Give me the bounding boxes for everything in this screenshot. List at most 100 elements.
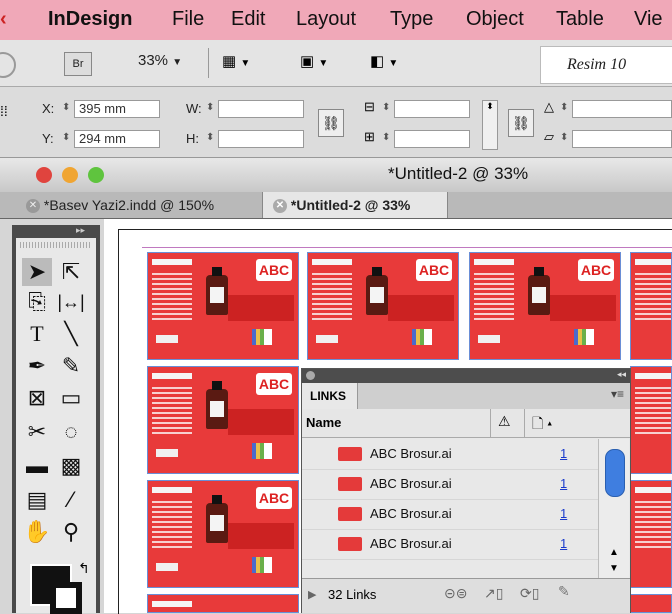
link-page[interactable]: 1 [560,476,567,491]
y-stepper-icon[interactable]: ⬍ [62,132,70,143]
scroll-down-icon[interactable]: ▼ [609,563,619,574]
h-stepper-icon[interactable]: ⬍ [206,132,214,143]
scroll-thumb[interactable] [605,449,625,497]
close-tab-icon[interactable]: ✕ [273,199,287,214]
close-panel-icon[interactable] [306,371,315,380]
shear-stepper-icon[interactable]: ⬍ [560,132,568,143]
w-field[interactable] [218,100,304,118]
zoom-window-button[interactable] [88,167,104,183]
direct-selection-tool-icon[interactable]: ⇱ [56,258,86,286]
page-thumbnail[interactable] [630,366,672,474]
go-to-link-icon[interactable]: ↗▯ [484,585,503,602]
close-tab-icon[interactable]: ✕ [26,199,40,214]
zoom-select[interactable]: 33% ▼ [138,52,182,69]
page-thumbnail[interactable]: ABC [147,480,299,588]
arrange-documents-button[interactable]: ◧ ▼ [370,52,398,70]
line-tool-icon[interactable]: ╲ [56,320,86,348]
link-name: ABC Brosur.ai [370,476,452,491]
view-options-button[interactable]: ▦ ▼ [222,52,250,70]
constrain-proportions-icon[interactable]: ⛓ [318,109,344,137]
scale-dropdown[interactable]: ⬍ [482,100,498,150]
minimize-window-button[interactable] [62,167,78,183]
gradient-feather-tool-icon[interactable]: ▩ [56,452,86,480]
scale-x-stepper-icon[interactable]: ⬍ [382,102,390,113]
page-thumbnail[interactable]: ABC [307,252,459,360]
name-column-header[interactable]: Name [306,415,341,430]
free-transform-tool-icon[interactable]: ◌ [56,418,86,446]
w-stepper-icon[interactable]: ⬍ [206,102,214,113]
close-window-button[interactable] [36,167,52,183]
list-item[interactable]: ABC Brosur.ai 1 [302,469,598,500]
page-thumbnail[interactable]: ABC [147,252,299,360]
disclosure-triangle-icon[interactable]: ▶ [308,588,316,601]
menu-table[interactable]: Table [556,8,604,31]
rotate-field[interactable] [572,100,672,118]
gap-tool-icon[interactable]: |↔| [56,288,86,316]
tab-untitled-2[interactable]: ✕ *Untitled-2 @ 33% [262,192,448,218]
link-name: ABC Brosur.ai [370,506,452,521]
gradient-swatch-tool-icon[interactable]: ▬ [22,452,52,480]
stroke-swatch[interactable] [50,582,82,614]
list-item[interactable]: ABC Brosur.ai 1 [302,439,598,470]
rectangle-frame-tool-icon[interactable]: ⊠ [22,384,52,412]
screen-mode-button[interactable]: ▣ ▼ [300,52,328,70]
page-tool-icon[interactable]: ⎘ [22,288,52,316]
reference-point-icon[interactable]: ⁞⁞ [0,103,8,119]
relink-icon[interactable]: ⊝⊜ [444,585,467,602]
eyedropper-tool-icon[interactable]: ⁄ [56,486,86,514]
note-tool-icon[interactable]: ▤ [22,486,52,514]
menu-edit[interactable]: Edit [231,8,265,31]
collapse-panel-icon[interactable]: ◂◂ [617,369,626,380]
apple-menu-icon[interactable]: ‹ [0,8,7,31]
menu-object[interactable]: Object [466,8,524,31]
x-field[interactable]: 395 mm [74,100,160,118]
swap-fill-stroke-icon[interactable]: ↰ [78,560,90,577]
link-page[interactable]: 1 [560,536,567,551]
pencil-tool-icon[interactable]: ✎ [56,352,86,380]
page-thumbnail[interactable] [147,594,299,613]
constrain-scale-icon[interactable]: ⛓ [508,109,534,137]
hand-tool-icon[interactable]: ✋ [22,518,52,546]
edit-original-icon[interactable]: ✎ [558,583,570,600]
list-item[interactable]: ABC Brosur.ai 1 [302,529,598,560]
links-panel-titlebar[interactable]: ◂◂ [302,369,630,383]
scale-y-field[interactable] [394,130,470,148]
scale-y-stepper-icon[interactable]: ⬍ [382,132,390,143]
page-thumbnail[interactable]: ABC [147,366,299,474]
x-stepper-icon[interactable]: ⬍ [62,102,70,113]
scroll-up-icon[interactable]: ▲ [609,547,619,558]
tab-links[interactable]: LINKS [302,383,358,409]
page-thumbnail[interactable] [630,480,672,588]
menu-layout[interactable]: Layout [296,8,356,31]
zoom-tool-icon[interactable]: ⚲ [56,518,86,546]
selection-tool-icon[interactable]: ➤ [22,258,52,286]
rotate-stepper-icon[interactable]: ⬍ [560,102,568,113]
page-column-icon[interactable]: 🗋 ▴ [532,413,552,437]
y-field[interactable]: 294 mm [74,130,160,148]
bridge-button[interactable]: Br [64,52,92,76]
page-thumbnail[interactable] [630,594,672,613]
pen-tool-icon[interactable]: ✒ [22,352,52,380]
workspace-switcher[interactable]: Resim 10 [540,46,672,84]
shear-field[interactable] [572,130,672,148]
status-column-icon[interactable]: ⚠ [498,413,511,430]
menu-type[interactable]: Type [390,8,433,31]
menu-file[interactable]: File [172,8,204,31]
panel-menu-icon[interactable]: ▾≡ [611,387,624,401]
scale-x-field[interactable] [394,100,470,118]
scissors-tool-icon[interactable]: ✂ [22,418,52,446]
menu-app-name[interactable]: InDesign [48,8,132,31]
link-page[interactable]: 1 [560,446,567,461]
rectangle-tool-icon[interactable]: ▭ [56,384,86,412]
link-page[interactable]: 1 [560,506,567,521]
tab-basev-yazi2[interactable]: ✕ *Basev Yazi2.indd @ 150% [26,192,258,218]
type-tool-icon[interactable]: T [22,320,52,348]
links-scrollbar[interactable]: ▲ ▼ [598,439,629,579]
list-item[interactable]: ABC Brosur.ai 1 [302,499,598,530]
h-field[interactable] [218,130,304,148]
page-thumbnail[interactable] [630,252,672,360]
update-link-icon[interactable]: ⟳▯ [520,585,539,602]
collapse-panel-icon[interactable]: ▸▸ [76,225,85,236]
page-thumbnail[interactable]: ABC [469,252,621,360]
menu-view[interactable]: Vie [634,8,663,31]
